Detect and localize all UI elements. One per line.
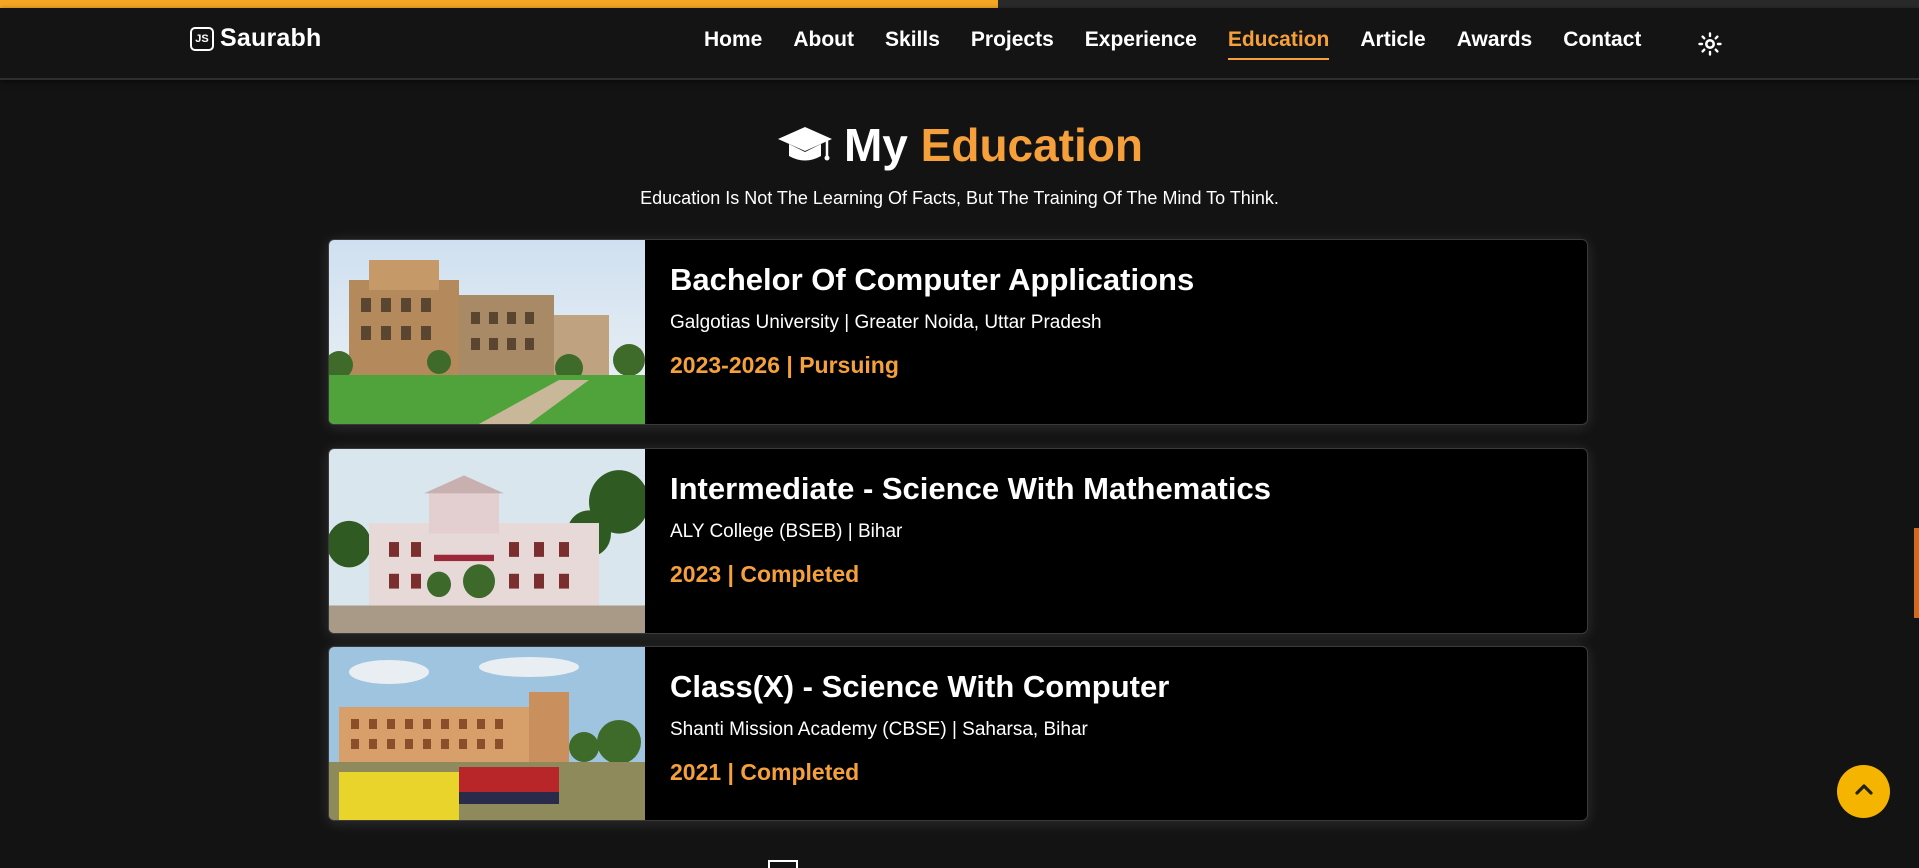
- nav-article[interactable]: Article: [1360, 28, 1425, 60]
- nav-menu: Home About Skills Projects Experience Ed…: [704, 28, 1641, 60]
- sun-icon[interactable]: [1698, 32, 1722, 56]
- next-section-icon: [768, 860, 798, 868]
- education-card-body: Intermediate - Science With Mathematics …: [670, 449, 1567, 588]
- section-title-accent: Education: [920, 119, 1144, 171]
- education-card-body: Class(X) - Science With Computer Shanti …: [670, 647, 1567, 786]
- college-building-image: [329, 449, 645, 633]
- nav-home[interactable]: Home: [704, 28, 762, 60]
- nav-awards[interactable]: Awards: [1457, 28, 1532, 60]
- education-card-body: Bachelor Of Computer Applications Galgot…: [670, 240, 1567, 379]
- nav-projects[interactable]: Projects: [971, 28, 1054, 60]
- nav-about[interactable]: About: [793, 28, 854, 60]
- nav-skills[interactable]: Skills: [885, 28, 940, 60]
- education-card: Intermediate - Science With Mathematics …: [328, 448, 1588, 634]
- navbar: JS Saurabh Home About Skills Projects Ex…: [0, 8, 1919, 80]
- page-scrollbar-thumb[interactable]: [1914, 528, 1919, 618]
- education-card: Class(X) - Science With Computer Shanti …: [328, 646, 1588, 821]
- section-tagline: Education Is Not The Learning Of Facts, …: [640, 188, 1279, 208]
- section-title: My Education: [0, 118, 1919, 176]
- scroll-to-top-button[interactable]: [1837, 765, 1890, 818]
- degree-title: Class(X) - Science With Computer: [670, 669, 1170, 704]
- university-building-image: [329, 240, 645, 424]
- logo-text: Saurabh: [220, 24, 322, 52]
- education-status: 2023-2026 | Pursuing: [670, 352, 899, 378]
- education-card: Bachelor Of Computer Applications Galgot…: [328, 239, 1588, 425]
- degree-title: Intermediate - Science With Mathematics: [670, 471, 1271, 506]
- school-name: Galgotias University | Greater Noida, Ut…: [670, 312, 1102, 333]
- school-name: Shanti Mission Academy (CBSE) | Saharsa,…: [670, 719, 1088, 740]
- nav-experience[interactable]: Experience: [1085, 28, 1197, 60]
- nav-education[interactable]: Education: [1227, 28, 1330, 60]
- degree-title: Bachelor Of Computer Applications: [670, 262, 1195, 297]
- logo[interactable]: JS Saurabh: [190, 24, 321, 53]
- js-logo-icon: JS: [190, 26, 214, 51]
- nav-contact[interactable]: Contact: [1563, 28, 1641, 60]
- section-title-main: My: [843, 119, 908, 171]
- scroll-progress-track: [0, 0, 1919, 8]
- school-assembly-image: [329, 647, 645, 820]
- graduation-cap-icon: [776, 122, 834, 176]
- chevron-up-icon: [1854, 782, 1874, 801]
- education-status: 2021 | Completed: [670, 759, 860, 785]
- school-name: ALY College (BSEB) | Bihar: [670, 521, 903, 542]
- education-status: 2023 | Completed: [670, 561, 860, 587]
- scroll-progress-bar: [0, 0, 998, 8]
